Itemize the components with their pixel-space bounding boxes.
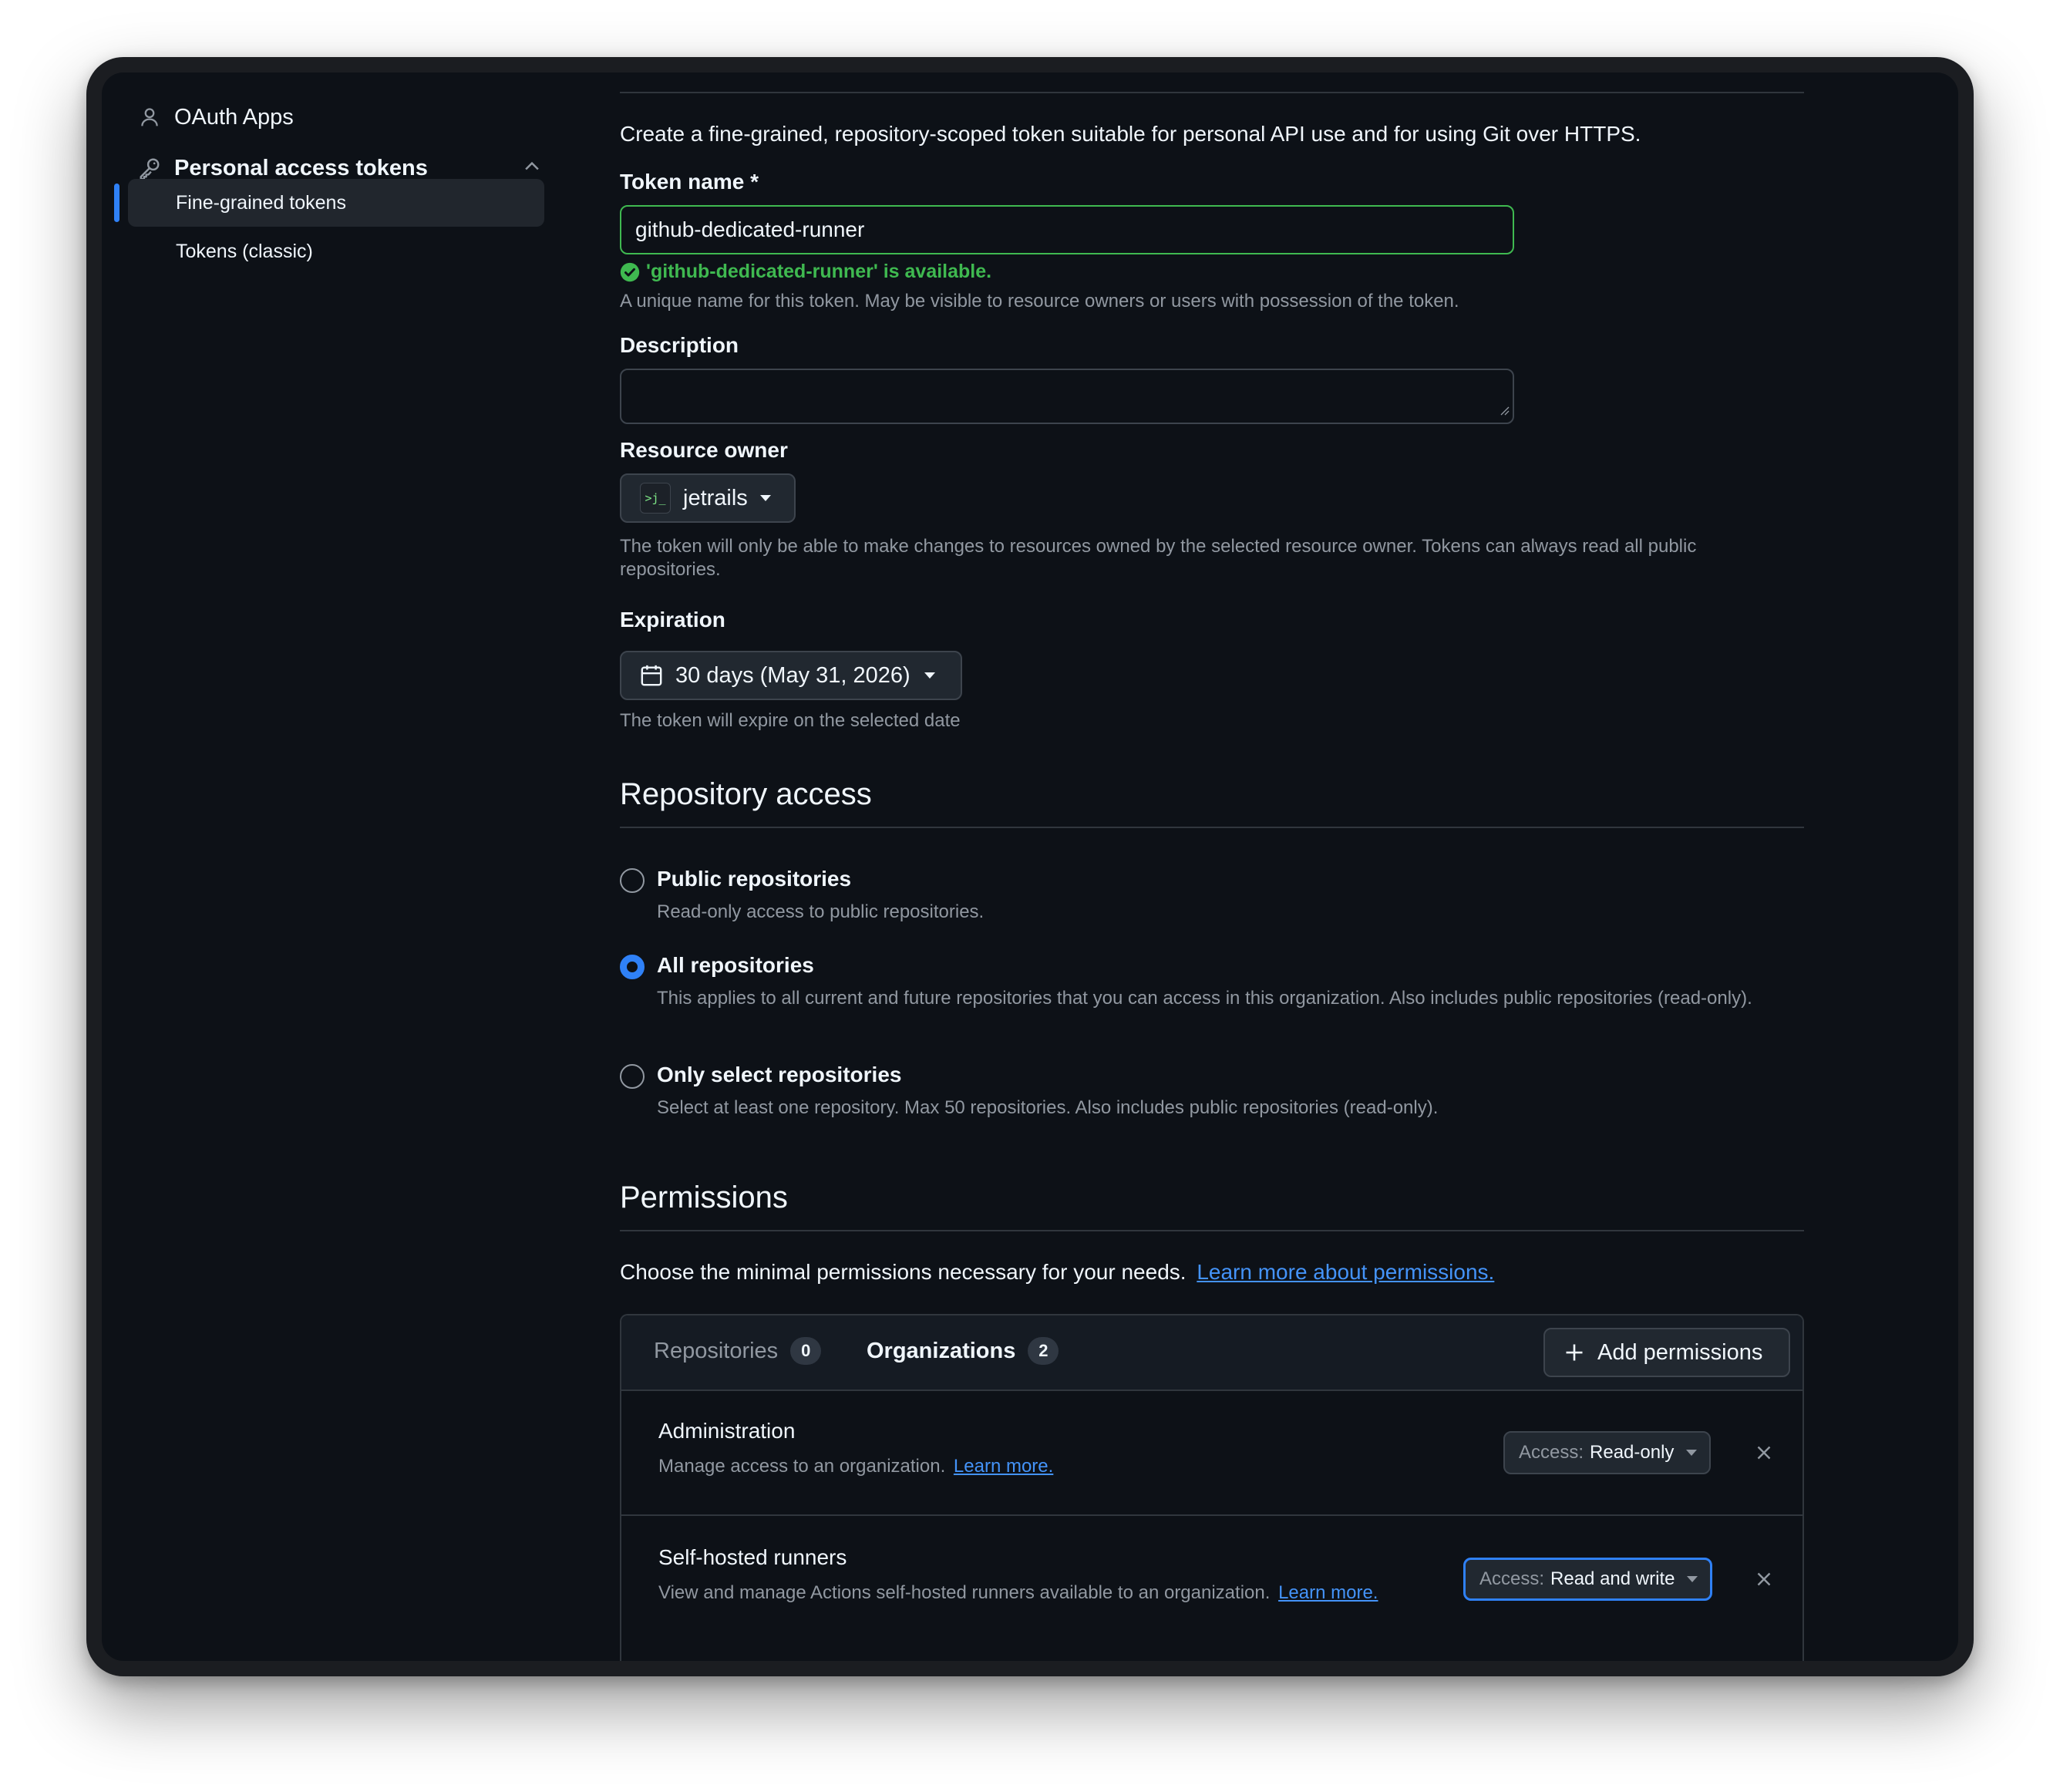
owner-avatar: >j_ [640,483,671,514]
radio-option-title: Only select repositories [657,1063,902,1086]
resource-owner-label: Resource owner [620,438,788,462]
sidebar-item-label: Fine-grained tokens [176,191,346,214]
token-name-value: github-dedicated-runner [635,217,865,241]
key-icon [137,156,162,180]
radio-option-description: Select at least one repository. Max 50 r… [657,1097,1439,1118]
check-circle-icon [620,262,640,282]
radio-option-select-repositories[interactable]: Only select repositories Select at least… [620,1063,1804,1118]
resize-handle-icon[interactable] [1499,396,1510,421]
description-textarea[interactable] [620,369,1514,424]
access-key: Access: [1479,1568,1545,1589]
permission-title: Administration [658,1419,796,1443]
permission-row-administration: Administration Manage access to an organ… [621,1389,1802,1516]
tab-repositories[interactable]: Repositories 0 [654,1337,822,1365]
calendar-icon [640,664,663,687]
access-value: Read-only [1590,1442,1675,1463]
remove-permission-button[interactable] [1749,1437,1779,1468]
radio-option-public-repositories[interactable]: Public repositories Read-only access to … [620,867,1804,922]
close-icon [1755,1570,1773,1588]
permissions-tabs: Repositories 0 Organizations 2 Add permi… [621,1315,1802,1391]
expiration-dropdown[interactable]: 30 days (May 31, 2026) [620,651,962,700]
screen: OAuth Apps Personal access tokens Fine-g… [102,72,1958,1661]
resource-owner-hint: The token will only be able to make chan… [620,536,1697,580]
radio-option-all-repositories[interactable]: All repositories This applies to all cur… [620,953,1804,1038]
learn-more-link[interactable]: Learn more. [1278,1582,1378,1603]
radio-option-title: All repositories [657,953,814,977]
permission-description-text: Manage access to an organization. [658,1456,946,1477]
close-icon [1755,1443,1773,1462]
access-key: Access: [1519,1442,1584,1463]
plus-icon [1564,1342,1585,1363]
radio-button[interactable] [620,1064,645,1089]
token-name-label: Token name * [620,170,759,194]
availability-message: 'github-dedicated-runner' is available. [620,261,991,283]
repository-access-heading: Repository access [620,777,872,811]
main-content: Create a fine-grained, repository-scoped… [620,72,1804,1661]
expiration-label: Expiration [620,608,725,632]
learn-more-link[interactable]: Learn more. [954,1456,1053,1477]
permission-description: Manage access to an organization. Learn … [658,1456,1053,1477]
availability-text: 'github-dedicated-runner' is available. [646,261,992,282]
chevron-up-icon[interactable] [521,156,543,181]
access-level-dropdown[interactable]: Access: Read and write [1463,1558,1713,1601]
radio-option-description: Read-only access to public repositories. [657,901,985,922]
radio-button[interactable] [620,868,645,893]
token-name-hint: A unique name for this token. May be vis… [620,291,1459,312]
permissions-heading: Permissions [620,1181,788,1214]
access-level-dropdown[interactable]: Access: Read-only [1503,1431,1712,1474]
permissions-intro: Choose the minimal permissions necessary… [620,1260,1494,1285]
caret-down-icon [1687,1576,1698,1582]
sidebar-item-label: OAuth Apps [174,104,294,130]
radio-option-title: Public repositories [657,867,852,891]
expiration-value: 30 days (May 31, 2026) [675,662,911,688]
divider [620,92,1804,93]
remove-permission-button[interactable] [1749,1564,1779,1595]
access-value: Read and write [1550,1568,1675,1589]
person-icon [137,105,162,130]
tab-label: Organizations [867,1338,1016,1363]
add-permissions-button[interactable]: Add permissions [1543,1328,1790,1377]
sidebar-item-oauth-apps[interactable]: OAuth Apps [137,102,294,133]
radio-option-description: This applies to all current and future r… [657,988,1752,1009]
device-frame: OAuth Apps Personal access tokens Fine-g… [86,57,1974,1676]
caret-down-icon [1686,1450,1698,1456]
expiration-hint: The token will expire on the selected da… [620,710,961,731]
sidebar-item-label: Personal access tokens [174,155,428,180]
tab-counter: 2 [1028,1337,1059,1365]
active-indicator [114,184,119,222]
caret-down-icon [924,672,935,679]
sidebar-item-fine-grained-tokens[interactable]: Fine-grained tokens [128,179,544,227]
sidebar-item-label: Tokens (classic) [176,240,313,262]
resource-owner-value: jetrails [683,485,748,510]
permission-row-self-hosted-runners: Self-hosted runners View and manage Acti… [621,1516,1802,1661]
resource-owner-dropdown[interactable]: >j_ jetrails [620,473,796,523]
divider [620,827,1804,828]
divider [620,1230,1804,1231]
radio-button[interactable] [620,955,645,979]
learn-more-permissions-link[interactable]: Learn more about permissions. [1197,1260,1494,1284]
sidebar-item-tokens-classic[interactable]: Tokens (classic) [128,227,544,275]
form-intro: Create a fine-grained, repository-scoped… [620,122,1641,146]
add-permissions-label: Add permissions [1597,1339,1763,1365]
permissions-intro-text: Choose the minimal permissions necessary… [620,1260,1187,1284]
token-name-input[interactable]: github-dedicated-runner [620,205,1514,254]
tab-counter: 0 [790,1337,822,1365]
description-label: Description [620,333,739,357]
tab-label: Repositories [654,1338,779,1363]
tab-organizations[interactable]: Organizations 2 [867,1337,1059,1365]
permission-description-text: View and manage Actions self-hosted runn… [658,1582,1271,1603]
permission-title: Self-hosted runners [658,1545,847,1569]
permission-description: View and manage Actions self-hosted runn… [658,1582,1378,1604]
permissions-panel: Repositories 0 Organizations 2 Add permi… [620,1314,1804,1661]
caret-down-icon [759,495,771,501]
